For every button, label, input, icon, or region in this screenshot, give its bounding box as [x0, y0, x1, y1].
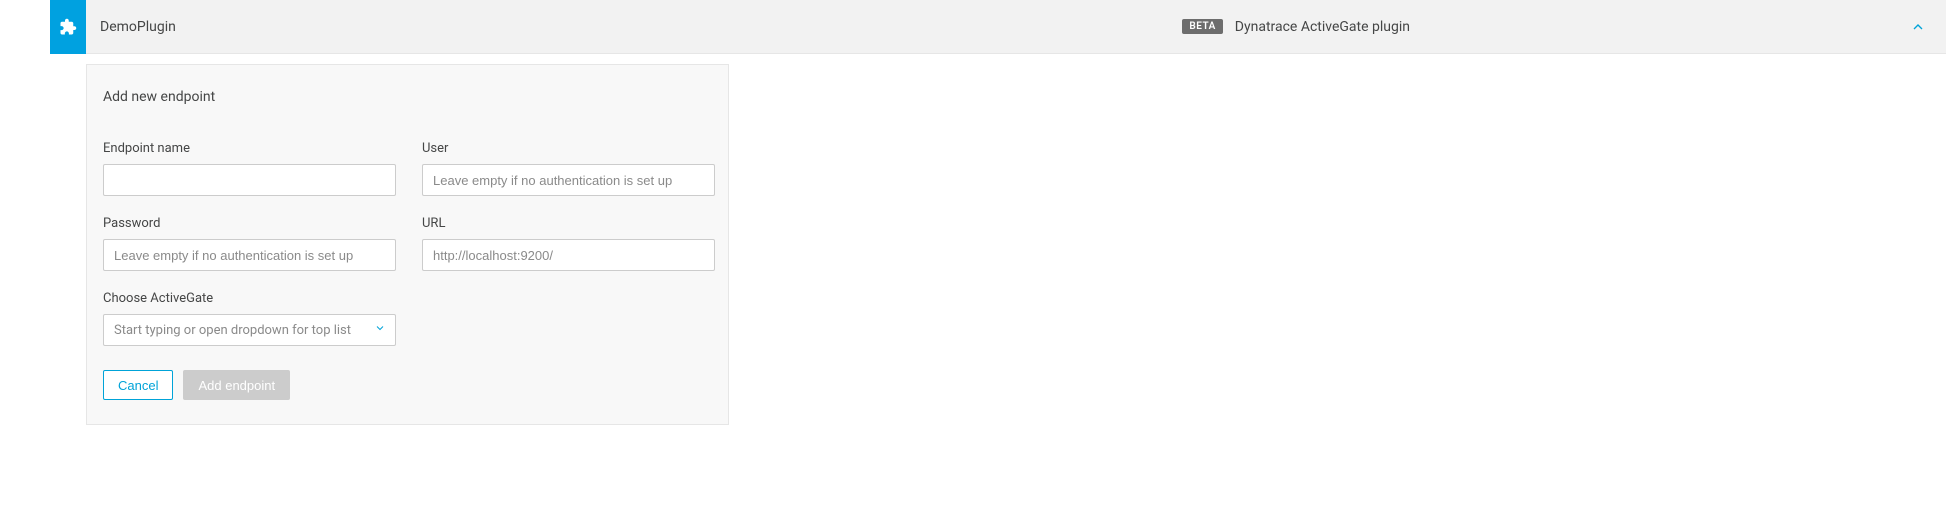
- url-input[interactable]: [422, 239, 715, 271]
- add-endpoint-button[interactable]: Add endpoint: [183, 370, 290, 400]
- endpoint-name-input[interactable]: [103, 164, 396, 196]
- choose-activegate-label: Choose ActiveGate: [103, 291, 396, 306]
- collapse-toggle[interactable]: [1910, 19, 1926, 35]
- chevron-up-icon: [1910, 19, 1926, 35]
- plugin-name: DemoPlugin: [100, 19, 176, 35]
- choose-activegate-select[interactable]: Start typing or open dropdown for top li…: [103, 314, 396, 346]
- choose-activegate-field: Choose ActiveGate Start typing or open d…: [103, 291, 396, 346]
- password-field: Password: [103, 216, 396, 271]
- plugin-type-label: Dynatrace ActiveGate plugin: [1235, 19, 1410, 35]
- puzzle-icon: [59, 18, 77, 36]
- add-endpoint-form: Add new endpoint Endpoint name User Pass…: [86, 64, 729, 425]
- form-title: Add new endpoint: [103, 89, 712, 105]
- url-label: URL: [422, 216, 715, 231]
- cancel-button[interactable]: Cancel: [103, 370, 173, 400]
- plugin-header: DemoPlugin BETA Dynatrace ActiveGate plu…: [50, 0, 1946, 54]
- form-actions: Cancel Add endpoint: [103, 370, 712, 400]
- user-field: User: [422, 141, 715, 196]
- url-field: URL: [422, 216, 715, 271]
- endpoint-name-label: Endpoint name: [103, 141, 396, 156]
- endpoint-name-field: Endpoint name: [103, 141, 396, 196]
- beta-badge: BETA: [1182, 19, 1222, 34]
- user-input[interactable]: [422, 164, 715, 196]
- user-label: User: [422, 141, 715, 156]
- password-input[interactable]: [103, 239, 396, 271]
- plugin-icon: [50, 0, 86, 54]
- password-label: Password: [103, 216, 396, 231]
